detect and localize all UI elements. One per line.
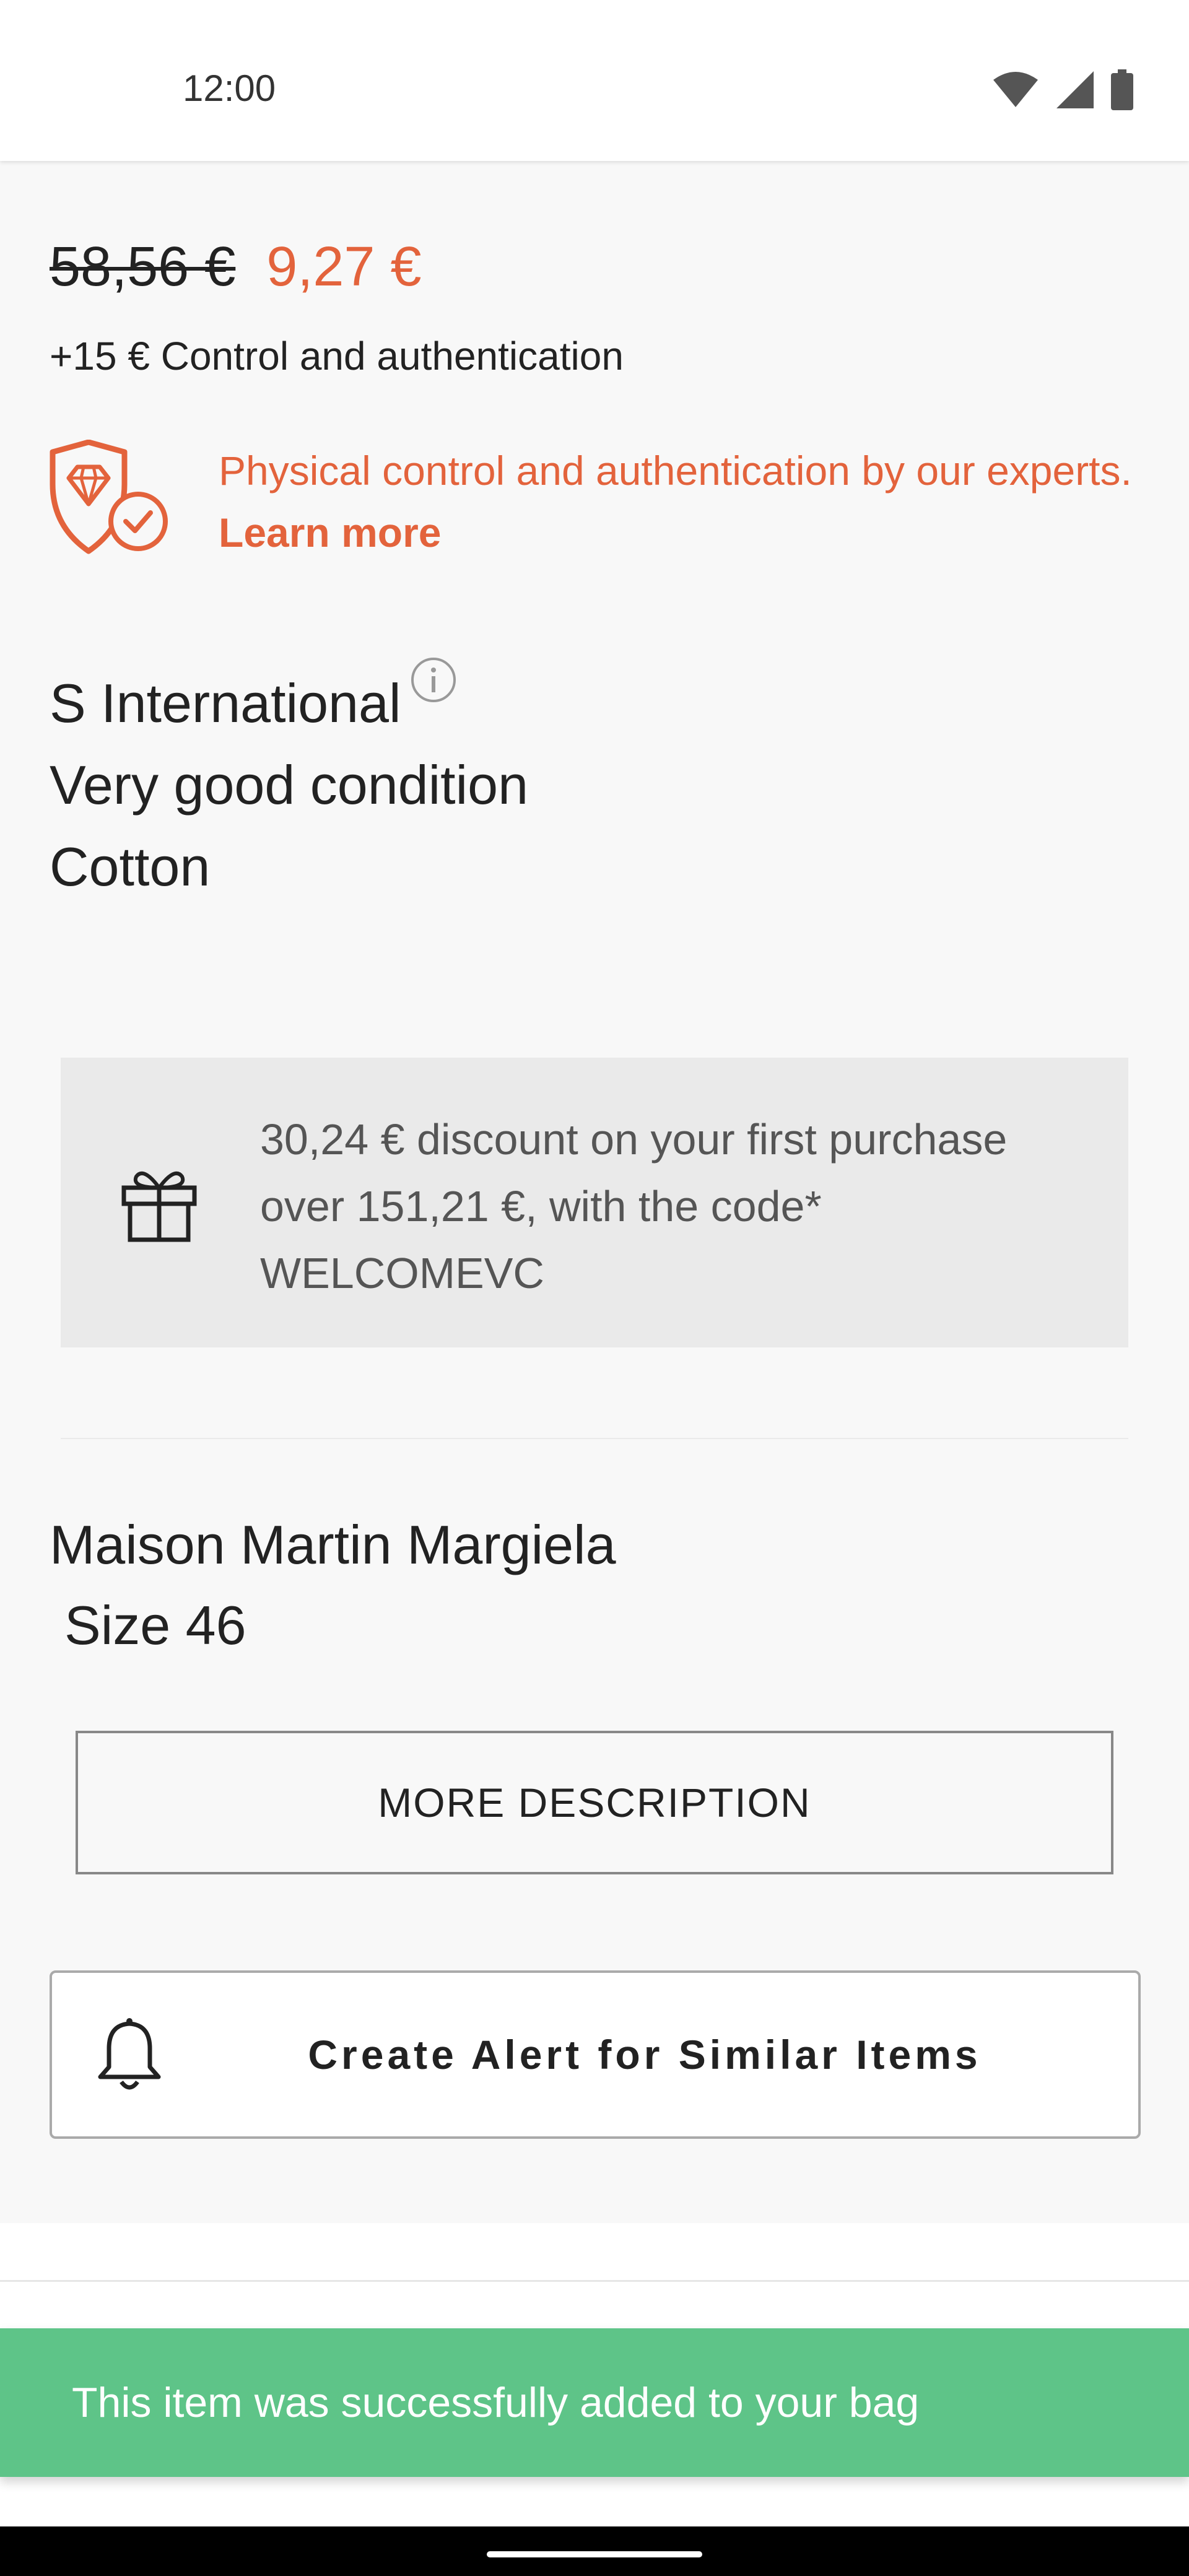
authentication-text: Physical control and authentication by o…: [219, 440, 1135, 564]
toast-message: This item was successfully added to your…: [72, 2379, 920, 2426]
condition-attribute: Very good condition: [50, 754, 529, 816]
info-icon[interactable]: [410, 656, 457, 703]
size-attribute: S International: [50, 658, 456, 744]
gift-icon: [121, 1172, 197, 1242]
product-size: Size 46: [64, 1595, 246, 1656]
create-alert-label: Create Alert for Similar Items: [308, 2032, 982, 2078]
bottom-divider: [0, 2280, 1189, 2282]
product-summary: Maison Martin Margiela Size 46: [50, 1505, 616, 1666]
battery-icon: [1111, 69, 1133, 110]
home-gesture-bar[interactable]: [487, 2551, 702, 2557]
brand-name: Maison Martin Margiela: [50, 1514, 616, 1575]
status-bar: 12:00: [0, 0, 1189, 161]
success-toast[interactable]: This item was successfully added to your…: [0, 2328, 1189, 2477]
diamond-shield-check-icon: [50, 440, 168, 554]
price-row: 58,56 € 9,27 €: [50, 235, 422, 299]
size-attribute-label: S International: [50, 672, 401, 734]
learn-more-link[interactable]: Learn more: [219, 510, 441, 555]
material-attribute: Cotton: [50, 836, 211, 897]
more-description-button[interactable]: MORE DESCRIPTION: [76, 1731, 1113, 1874]
system-nav-bar: [0, 2526, 1189, 2576]
product-attributes: S International Very good condition Cott…: [50, 658, 529, 908]
section-divider: [61, 1438, 1128, 1439]
authentication-fee: +15 € Control and authentication: [50, 334, 624, 378]
product-detail-content: 58,56 € 9,27 € +15 € Control and authent…: [0, 161, 1189, 2223]
status-icons: [992, 69, 1133, 110]
promo-text: 30,24 € discount on your first purchase …: [260, 1115, 1008, 1297]
signal-icon: [1056, 71, 1094, 108]
create-alert-button[interactable]: Create Alert for Similar Items: [50, 1970, 1141, 2139]
sale-price: 9,27 €: [266, 236, 422, 298]
bell-icon: [98, 2018, 161, 2090]
original-price: 58,56 €: [50, 236, 236, 298]
wifi-icon: [993, 72, 1038, 107]
promo-banner: 30,24 € discount on your first purchase …: [61, 1058, 1128, 1347]
authentication-notice: Physical control and authentication by o…: [46, 440, 1149, 564]
status-time: 12:00: [183, 67, 276, 109]
authentication-description: Physical control and authentication by o…: [219, 448, 1132, 494]
